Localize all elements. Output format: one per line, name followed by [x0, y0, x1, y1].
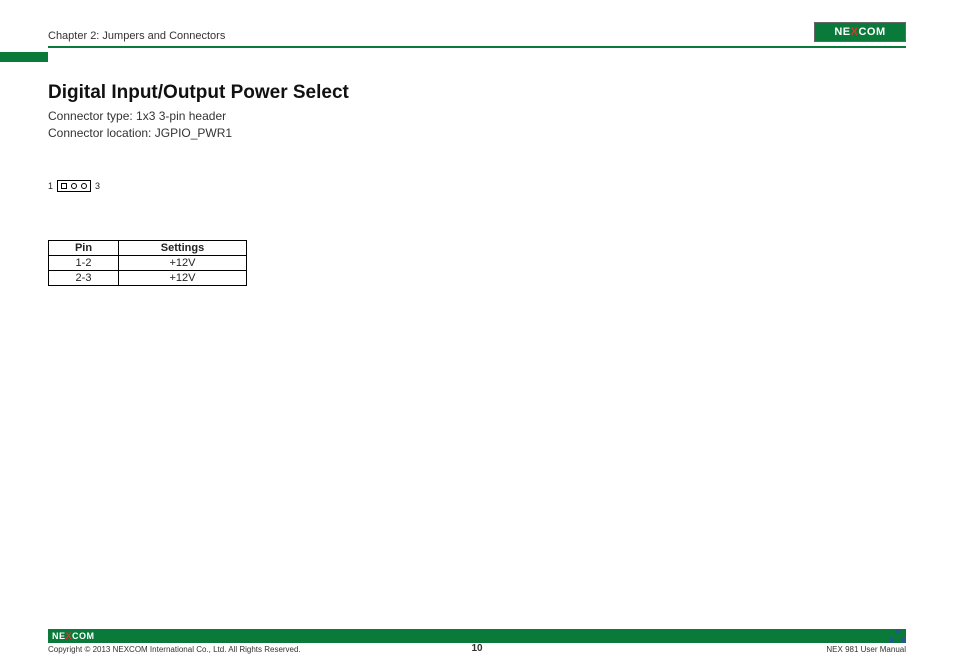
page-footer: NEXCOM Copyright © 2013 NEXCOM Internati…: [48, 629, 906, 654]
connector-type: Connector type: 1x3 3-pin header: [48, 108, 906, 125]
table-header-row: Pin Settings: [49, 240, 247, 255]
table-row: 2-3 +12V: [49, 270, 247, 285]
settings-table: Pin Settings 1-2 +12V 2-3 +12V: [48, 240, 247, 286]
pin-2-icon: [71, 183, 77, 189]
footer-logo: NEXCOM: [52, 631, 95, 641]
td-pin: 2-3: [49, 270, 119, 285]
logo-post: COM: [858, 26, 885, 38]
td-settings: +12V: [119, 270, 247, 285]
td-pin: 1-2: [49, 255, 119, 270]
diagram-right-label: 3: [95, 181, 100, 191]
header-box: [57, 180, 91, 192]
td-settings: +12V: [119, 255, 247, 270]
th-settings: Settings: [119, 240, 247, 255]
pin-1-icon: [61, 183, 67, 189]
chapter-title: Chapter 2: Jumpers and Connectors: [48, 30, 225, 42]
connector-location: Connector location: JGPIO_PWR1: [48, 125, 906, 142]
page-header: Chapter 2: Jumpers and Connectors NEXCOM: [48, 18, 906, 42]
diagram-left-label: 1: [48, 181, 53, 191]
logo-pre: NE: [834, 26, 850, 38]
table-row: 1-2 +12V: [49, 255, 247, 270]
footer-bar: NEXCOM: [48, 629, 906, 643]
logo-x: X: [851, 26, 859, 38]
header-accent: [0, 52, 48, 62]
page-number: 10: [48, 643, 906, 654]
footer-pixel-icon: [888, 629, 906, 643]
nexcom-logo: NEXCOM: [814, 22, 906, 42]
header-rule: [48, 46, 906, 48]
footer-logo-post: COM: [72, 631, 95, 641]
content: Digital Input/Output Power Select Connec…: [48, 82, 906, 286]
pin-diagram: 1 3: [48, 180, 906, 192]
th-pin: Pin: [49, 240, 119, 255]
pin-3-icon: [81, 183, 87, 189]
footer-logo-pre: NE: [52, 631, 66, 641]
section-title: Digital Input/Output Power Select: [48, 82, 906, 104]
footer-sub: Copyright © 2013 NEXCOM International Co…: [48, 645, 906, 654]
